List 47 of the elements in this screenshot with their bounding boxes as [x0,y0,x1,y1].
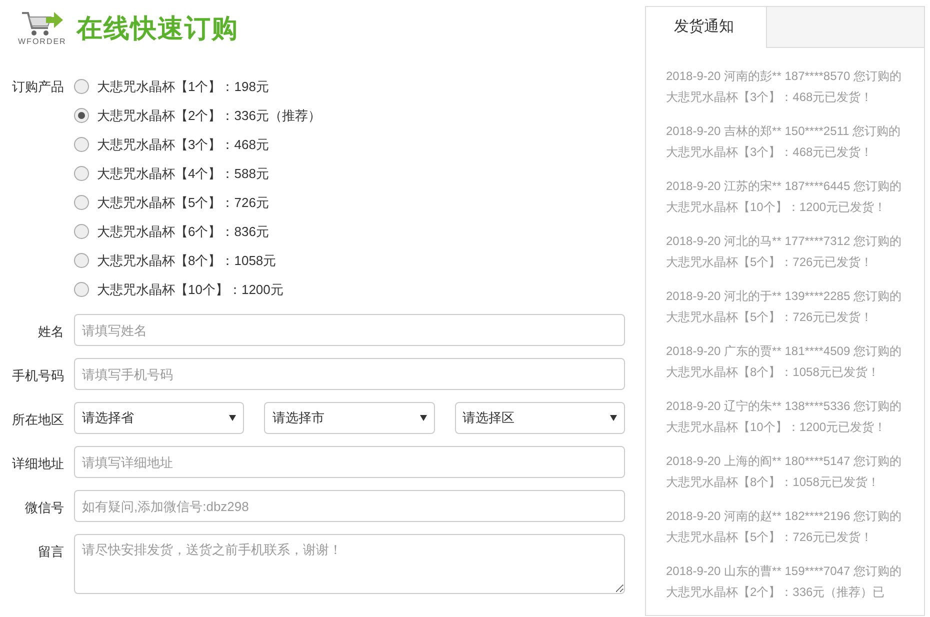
field-label: 微信号 [24,499,65,517]
caret-icon [420,415,427,421]
shipping-notice: 2018-9-20 河南的彭** 187****8570 您订购的大悲咒水晶杯【3个】：468元已发货！ [666,68,902,106]
text-field[interactable]: 请填写手机号码 [74,358,625,390]
shipping-notice: 2018-9-20 江苏的宋** 187****6445 您订购的大悲咒水晶杯【10个】：1200元已发货！ [666,178,902,216]
text-field[interactable]: 如有疑问,添加微信号:dbz298 [74,490,625,522]
radio-button[interactable] [74,224,89,239]
shipping-notice: 2018-9-20 山东的曹** 159****7047 您订购的大悲咒水晶杯【2个】：336元（推荐）已 [666,563,902,601]
text-field[interactable]: 请填写详细地址 [74,446,625,478]
message-field[interactable]: 请尽快安排发货，送货之前手机联系，谢谢！ [74,534,625,594]
logo-caption: WFORDER [18,38,66,46]
field-label: 详细地址 [11,455,65,473]
dropdown[interactable]: 请选择市 [264,402,435,434]
product-option[interactable]: 大悲咒水晶杯【10个】：1200元 [74,275,321,304]
product-option[interactable]: 大悲咒水晶杯【2个】：336元（推荐） [74,101,321,130]
caret-icon [229,415,236,421]
shipping-notice: 2018-9-20 辽宁的朱** 138****5336 您订购的大悲咒水晶杯【10个】：1200元已发货！ [666,398,902,436]
radio-button[interactable] [74,253,89,268]
field-label: 姓名 [37,323,65,341]
page-title: 在线快速订购 [76,12,238,44]
shipping-notice: 2018-9-20 河北的于** 139****2285 您订购的大悲咒水晶杯【5个】：726元已发货！ [666,288,902,326]
product-option[interactable]: 大悲咒水晶杯【8个】：1058元 [74,246,321,275]
product-option[interactable]: 大悲咒水晶杯【1个】：198元 [74,72,321,101]
product-option[interactable]: 大悲咒水晶杯【5个】：726元 [74,188,321,217]
shipping-notice: 2018-9-20 上海的阎** 180****5147 您订购的大悲咒水晶杯【8个】：1058元已发货！ [666,453,902,491]
dropdown[interactable]: 请选择省 [74,402,244,434]
shipping-notice: 2018-9-20 河北的马** 177****7312 您订购的大悲咒水晶杯【5个】：726元已发货！ [666,233,902,271]
caret-icon [610,415,617,421]
radio-button[interactable] [74,166,89,181]
product-option[interactable]: 大悲咒水晶杯【4个】：588元 [74,159,321,188]
cart-icon [20,10,64,38]
product-option[interactable]: 大悲咒水晶杯【6个】：836元 [74,217,321,246]
shipping-notice: 2018-9-20 吉林的郑** 150****2511 您订购的大悲咒水晶杯【3个】：468元已发货！ [666,123,902,161]
dropdown[interactable]: 请选择区 [454,402,625,434]
shipping-notice: 2018-9-20 广东的贾** 181****4509 您订购的大悲咒水晶杯【8个】：1058元已发货！ [666,343,902,381]
field-label: 订购产品 [11,78,65,96]
field-label: 手机号码 [11,367,65,385]
radio-button[interactable] [74,282,89,297]
shipping-notice: 2018-9-20 河南的赵** 182****2196 您订购的大悲咒水晶杯【5个】：726元已发货！ [666,508,902,546]
radio-button[interactable] [74,195,89,210]
radio-button[interactable] [74,137,89,152]
field-label: 留言 [37,543,65,561]
radio-button[interactable] [74,79,89,94]
text-field[interactable]: 请填写姓名 [74,314,625,346]
product-option[interactable]: 大悲咒水晶杯【3个】：468元 [74,130,321,159]
field-label: 所在地区 [11,411,65,429]
radio-button[interactable] [74,108,89,123]
